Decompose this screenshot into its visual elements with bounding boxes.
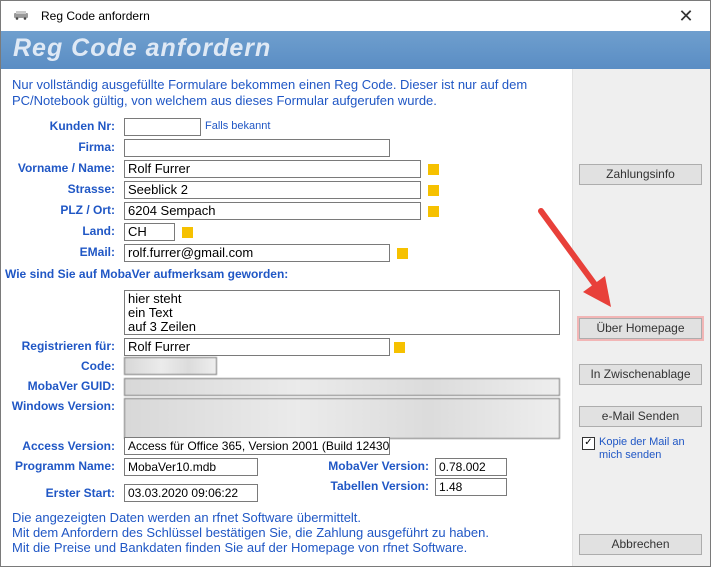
form-area: Nur vollständig ausgefüllte Formulare be… <box>1 69 572 566</box>
strasse-input[interactable]: Seeblick 2 <box>124 181 421 199</box>
access-version-input[interactable]: Access für Office 365, Version 2001 (Bui… <box>124 437 390 455</box>
registrieren-input[interactable]: Rolf Furrer <box>124 338 390 356</box>
required-marker <box>394 342 405 353</box>
app-icon <box>14 11 28 20</box>
registrieren-label: Registrieren für: <box>21 339 115 353</box>
plz-ort-input[interactable]: 6204 Sempach <box>124 202 421 220</box>
dialog-window: Reg Code anfordern ✕ Reg Code anfordern … <box>0 0 711 567</box>
required-marker <box>428 206 439 217</box>
plz-ort-label: PLZ / Ort: <box>60 203 115 217</box>
strasse-label: Strasse: <box>67 182 115 196</box>
firma-input[interactable] <box>124 139 390 157</box>
code-field-redacted <box>124 357 217 375</box>
kopie-label: Kopie der Mail an mich senden <box>599 436 685 461</box>
zahlungsinfo-button[interactable]: Zahlungsinfo <box>579 164 702 185</box>
guid-label: MobaVer GUID: <box>27 379 115 393</box>
programm-name-label: Programm Name: <box>14 459 115 473</box>
abbrechen-button[interactable]: Abbrechen <box>579 534 702 555</box>
email-senden-button[interactable]: e-Mail Senden <box>579 406 702 427</box>
aufmerksam-label: Wie sind Sie auf MobaVer aufmerksam gewo… <box>5 267 289 281</box>
zwischenablage-button[interactable]: In Zwischenablage <box>579 364 702 385</box>
email-label: EMail: <box>79 245 115 259</box>
tabellen-version-input[interactable]: 1.48 <box>435 478 507 496</box>
homepage-button[interactable]: Über Homepage <box>577 316 704 341</box>
email-input[interactable]: rolf.furrer@gmail.com <box>124 244 390 262</box>
aufmerksam-textarea[interactable]: hier steht ein Text auf 3 Zeilen <box>124 290 560 335</box>
programm-name-input[interactable]: MobaVer10.mdb <box>124 458 258 476</box>
required-marker <box>182 227 193 238</box>
erster-start-label: Erster Start: <box>45 486 115 500</box>
mobaver-version-label: MobaVer Version: <box>328 459 429 473</box>
close-icon[interactable]: ✕ <box>667 3 705 29</box>
required-marker <box>397 248 408 259</box>
required-marker <box>428 185 439 196</box>
kunden-nr-hint: Falls bekannt <box>205 120 271 132</box>
erster-start-input[interactable]: 03.03.2020 09:06:22 <box>124 484 258 502</box>
mobaver-version-input[interactable]: 0.78.002 <box>435 458 507 476</box>
name-label: Vorname / Name: <box>17 161 115 175</box>
title-bar[interactable]: Reg Code anfordern ✕ <box>1 1 710 31</box>
name-input[interactable]: Rolf Furrer <box>124 160 421 178</box>
kunden-nr-label: Kunden Nr: <box>49 119 115 133</box>
side-panel: Zahlungsinfo Über Homepage In Zwischenab… <box>572 69 710 566</box>
windows-version-field-redacted <box>124 398 560 439</box>
tabellen-version-label: Tabellen Version: <box>330 479 429 493</box>
code-label: Code: <box>81 359 115 373</box>
guid-field-redacted <box>124 378 560 396</box>
window-title: Reg Code anfordern <box>41 9 150 23</box>
land-label: Land: <box>82 224 115 238</box>
intro-text: Nur vollständig ausgefüllte Formulare be… <box>12 77 528 108</box>
header-banner: Reg Code anfordern <box>1 31 710 69</box>
land-input[interactable]: CH <box>124 223 175 241</box>
required-marker <box>428 164 439 175</box>
access-version-label: Access Version: <box>22 439 115 453</box>
kopie-checkbox[interactable]: ✓ <box>582 437 595 450</box>
firma-label: Firma: <box>78 140 115 154</box>
header-title: Reg Code anfordern <box>13 34 272 62</box>
kunden-nr-input[interactable] <box>124 118 201 136</box>
windows-version-label: Windows Version: <box>11 399 115 413</box>
footer-text: Die angezeigten Daten werden an rfnet So… <box>12 510 489 555</box>
